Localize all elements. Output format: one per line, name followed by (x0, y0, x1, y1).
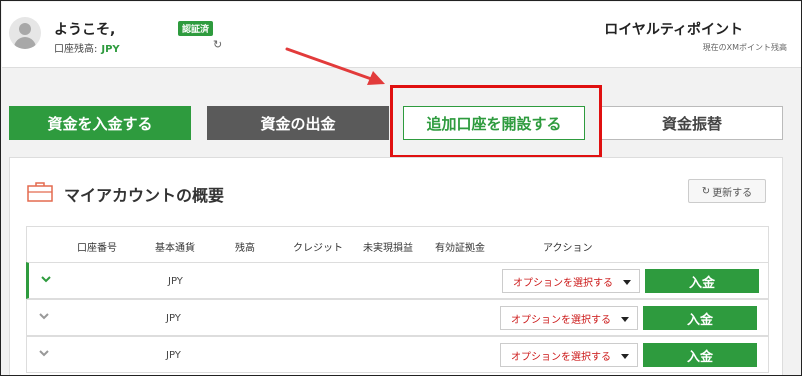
table-row[interactable]: JPY オプションを選択する 入金 (26, 299, 769, 336)
refresh-balance-icon[interactable]: ↻ (213, 38, 222, 51)
caret-down-icon (621, 354, 629, 359)
currency-cell: JPY (166, 350, 181, 361)
currency-cell: JPY (168, 276, 183, 287)
table-row[interactable]: JPY オプションを選択する 入金 (26, 336, 769, 373)
options-dropdown[interactable]: オプションを選択する (500, 343, 638, 367)
chevron-down-icon[interactable] (39, 348, 49, 358)
column-balance: 残高 (235, 243, 255, 254)
options-dropdown-label: オプションを選択する (511, 351, 611, 363)
balance-currency: JPY (101, 44, 120, 55)
verified-badge: 認証済 (178, 21, 214, 36)
deposit-row-button[interactable]: 入金 (643, 306, 757, 330)
withdraw-funds-button[interactable]: 資金の出金 (207, 106, 389, 140)
options-dropdown[interactable]: オプションを選択する (500, 306, 638, 330)
column-credit: クレジット (293, 243, 343, 254)
options-dropdown-label: オプションを選択する (511, 314, 611, 326)
balance-line: 口座残高: JPY (54, 40, 120, 55)
refresh-button[interactable]: ↻ 更新する (688, 179, 766, 203)
column-base-currency: 基本通貨 (155, 243, 195, 254)
caret-down-icon (621, 317, 629, 322)
chevron-down-icon[interactable] (41, 274, 51, 284)
highlight-box (390, 85, 602, 158)
options-dropdown[interactable]: オプションを選択する (502, 269, 640, 293)
account-overview-panel: マイアカウントの概要 ↻ 更新する 口座番号 基本通貨 残高 クレジット 未実現… (9, 157, 783, 375)
caret-down-icon (623, 280, 631, 285)
column-account-number: 口座番号 (77, 243, 117, 254)
refresh-icon: ↻ (701, 185, 711, 197)
currency-cell: JPY (166, 313, 181, 324)
deposit-funds-button[interactable]: 資金を入金する (9, 106, 191, 140)
welcome-text: ようこそ, (54, 22, 116, 38)
column-action: アクション (543, 243, 593, 254)
loyalty-points-subtitle: 現在のXMポイント残高 (702, 43, 787, 52)
accounts-table: 口座番号 基本通貨 残高 クレジット 未実現損益 有効証拠金 アクション JPY… (26, 226, 769, 373)
avatar-icon[interactable] (9, 17, 41, 49)
refresh-label: 更新する (712, 187, 753, 199)
xm-members-area: ようこそ, 認証済 口座残高: JPY ↻ ロイヤルティポイント 現在のXMポイン… (0, 0, 802, 376)
table-row[interactable]: JPY オプションを選択する 入金 (26, 262, 769, 299)
options-dropdown-label: オプションを選択する (513, 277, 613, 289)
chevron-down-icon[interactable] (39, 311, 49, 321)
pointer-arrow-icon (285, 47, 385, 85)
deposit-row-button[interactable]: 入金 (643, 343, 757, 367)
account-header: ようこそ, 認証済 口座残高: JPY ↻ ロイヤルティポイント 現在のXMポイン… (2, 2, 801, 68)
panel-title: マイアカウントの概要 (64, 186, 225, 205)
briefcase-icon (27, 182, 53, 202)
column-equity: 有効証拠金 (435, 243, 485, 254)
column-unrealized-pnl: 未実現損益 (363, 243, 413, 254)
balance-label: 口座残高: (54, 44, 98, 55)
transfer-funds-button[interactable]: 資金振替 (601, 106, 783, 140)
deposit-row-button[interactable]: 入金 (645, 269, 759, 293)
loyalty-points-title: ロイヤルティポイント (604, 22, 743, 38)
table-header: 口座番号 基本通貨 残高 クレジット 未実現損益 有効証拠金 アクション (26, 226, 769, 262)
